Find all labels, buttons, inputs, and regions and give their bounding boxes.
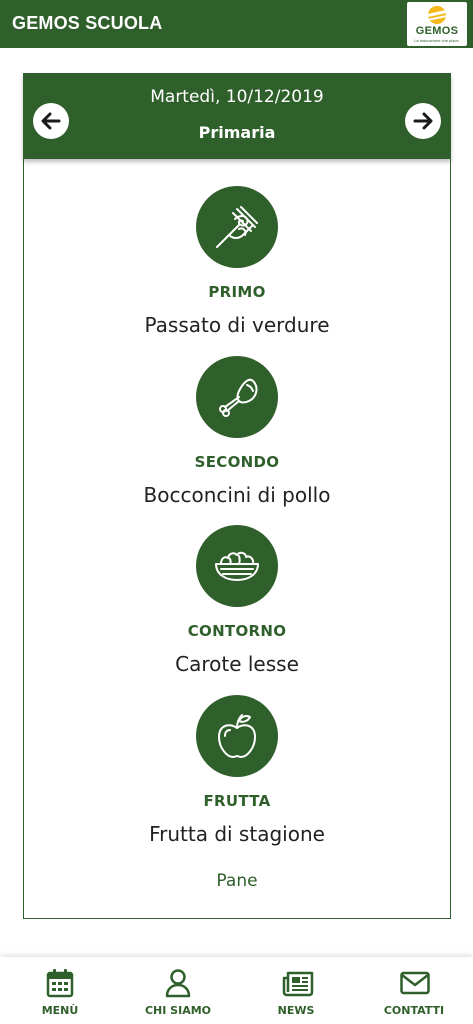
- course-frutta: FRUTTA Frutta di stagione: [24, 695, 450, 865]
- course-contorno: CONTORNO Carote lesse: [24, 525, 450, 695]
- salad-bowl-icon: [196, 525, 278, 607]
- nav-menu-label: MENÙ: [41, 1004, 79, 1017]
- logo-tagline: La ristorazione che piace.: [414, 38, 460, 43]
- course-label: CONTORNO: [187, 622, 287, 640]
- nav-chi-siamo[interactable]: CHI SIAMO: [119, 957, 237, 1024]
- nav-contatti[interactable]: CONTATTI: [355, 957, 473, 1024]
- nav-news[interactable]: NEWS: [237, 957, 355, 1024]
- next-day-button[interactable]: [405, 103, 441, 139]
- nav-menu[interactable]: MENÙ: [1, 957, 119, 1024]
- calendar-icon: [46, 969, 74, 998]
- extra-item: Pane: [216, 871, 258, 891]
- nav-chi-siamo-label: CHI SIAMO: [144, 1004, 212, 1017]
- nav-contatti-label: CONTATTI: [383, 1004, 445, 1017]
- logo-text: GEMOS: [415, 25, 459, 37]
- apple-icon: [196, 695, 278, 777]
- course-label: PRIMO: [208, 283, 266, 301]
- course-dish: Bocconcini di pollo: [143, 483, 331, 507]
- chicken-leg-icon: [196, 356, 278, 438]
- school-type: Primaria: [198, 123, 276, 142]
- app-title: GEMOS SCUOLA: [12, 13, 163, 33]
- user-icon: [165, 969, 191, 998]
- envelope-icon: [400, 971, 430, 995]
- gemos-logo: GEMOS La ristorazione che piace.: [407, 2, 467, 46]
- course-label: FRUTTA: [203, 792, 271, 810]
- newspaper-icon: [282, 971, 314, 997]
- arrow-right-icon: [413, 112, 433, 130]
- menu-date: Martedì, 10/12/2019: [150, 87, 324, 107]
- course-dish: Passato di verdure: [144, 313, 330, 337]
- menu-card: Martedì, 10/12/2019 Primaria PRIMO Passa…: [23, 73, 451, 919]
- course-dish: Frutta di stagione: [149, 822, 325, 846]
- course-dish: Carote lesse: [175, 652, 299, 676]
- app-bar: GEMOS SCUOLA GEMOS La ristorazione che p…: [0, 0, 473, 48]
- pasta-fork-icon: [196, 186, 278, 268]
- sun-logo-icon: [428, 6, 446, 24]
- nav-news-label: NEWS: [277, 1004, 315, 1017]
- course-secondo: SECONDO Bocconcini di pollo: [24, 356, 450, 526]
- bottom-nav: MENÙ CHI SIAMO NEWS CONTATTI: [0, 957, 473, 1024]
- course-primo: PRIMO Passato di verdure: [24, 186, 450, 356]
- menu-card-header: Martedì, 10/12/2019 Primaria: [23, 73, 451, 159]
- course-label: SECONDO: [194, 453, 280, 471]
